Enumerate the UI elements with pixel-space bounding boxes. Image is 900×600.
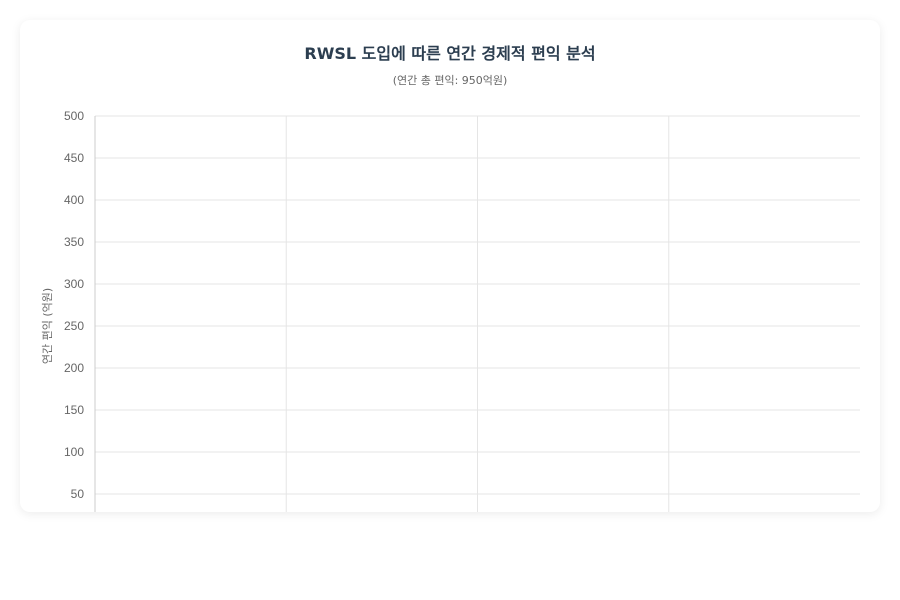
y-tick-label: 200 [64, 361, 84, 375]
chart-plot: 500 450 400 350 300 250 200 150 100 50 연간 편익 (억원) [41, 109, 860, 512]
y-tick-label: 400 [64, 193, 84, 207]
y-tick-label: 500 [64, 109, 84, 123]
y-tick-label: 250 [64, 319, 84, 333]
y-tick-label: 300 [64, 277, 84, 291]
y-tick-labels: 500 450 400 350 300 250 200 150 100 50 [64, 109, 84, 501]
y-axis-title: 연간 편익 (억원) [41, 288, 54, 364]
y-tick-label: 350 [64, 235, 84, 249]
y-tick-label: 50 [71, 487, 85, 501]
chart-card: RWSL 도입에 따른 연간 경제적 편익 분석 (연간 총 편익: 950억원… [20, 20, 880, 512]
y-tick-label: 450 [64, 151, 84, 165]
y-tick-label: 100 [64, 445, 84, 459]
grid-layer [95, 115, 860, 512]
y-tick-label: 150 [64, 403, 84, 417]
